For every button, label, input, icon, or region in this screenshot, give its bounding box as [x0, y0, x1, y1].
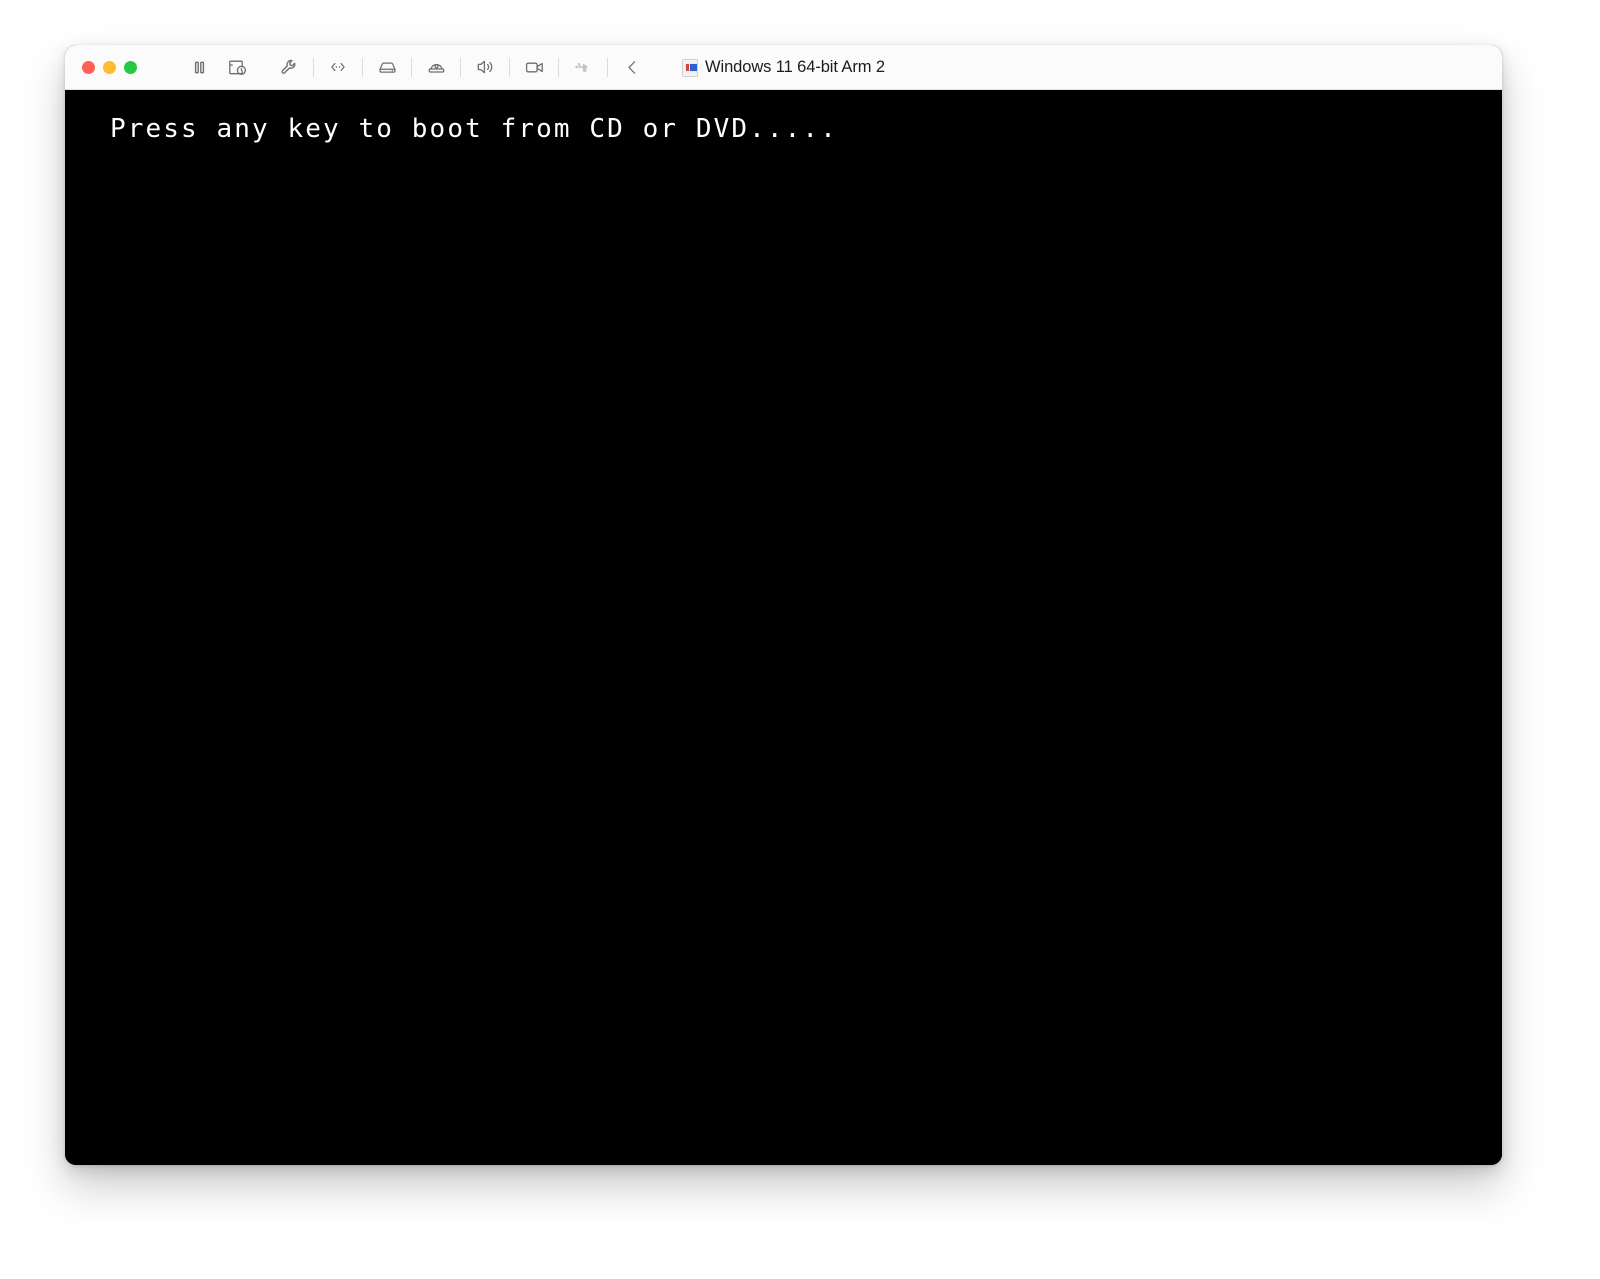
toolbar-separator — [362, 57, 363, 77]
toolbar-separator — [460, 57, 461, 77]
minimize-button[interactable] — [103, 60, 116, 74]
snapshot-clock-icon[interactable] — [222, 52, 252, 82]
hard-disk-icon[interactable] — [372, 52, 402, 82]
window-titlebar[interactable]: Windows 11 64-bit Arm 2 — [65, 45, 1502, 90]
network-icon[interactable] — [323, 52, 353, 82]
camera-icon[interactable] — [519, 52, 549, 82]
sound-icon[interactable] — [470, 52, 500, 82]
toolbar-separator — [607, 57, 608, 77]
boot-prompt-text: Press any key to boot from CD or DVD....… — [110, 114, 838, 144]
chevron-left-icon[interactable] — [617, 52, 647, 82]
toolbar-separator — [313, 57, 314, 77]
vm-screen[interactable]: Press any key to boot from CD or DVD....… — [65, 90, 1502, 1165]
traffic-light-group — [82, 60, 137, 74]
maximize-button[interactable] — [124, 60, 137, 74]
vm-window: Windows 11 64-bit Arm 2 Press any key to… — [65, 45, 1502, 1165]
usb-icon — [568, 52, 598, 82]
toolbar-separator — [509, 57, 510, 77]
close-button[interactable] — [82, 60, 95, 74]
vm-document-icon — [682, 58, 699, 77]
window-title: Windows 11 64-bit Arm 2 — [705, 58, 885, 76]
wrench-icon[interactable] — [274, 52, 304, 82]
toolbar-separator — [558, 57, 559, 77]
cd-dvd-icon[interactable] — [421, 52, 451, 82]
pause-icon[interactable] — [184, 52, 214, 82]
vm-toolbar — [162, 45, 647, 89]
toolbar-separator — [411, 57, 412, 77]
